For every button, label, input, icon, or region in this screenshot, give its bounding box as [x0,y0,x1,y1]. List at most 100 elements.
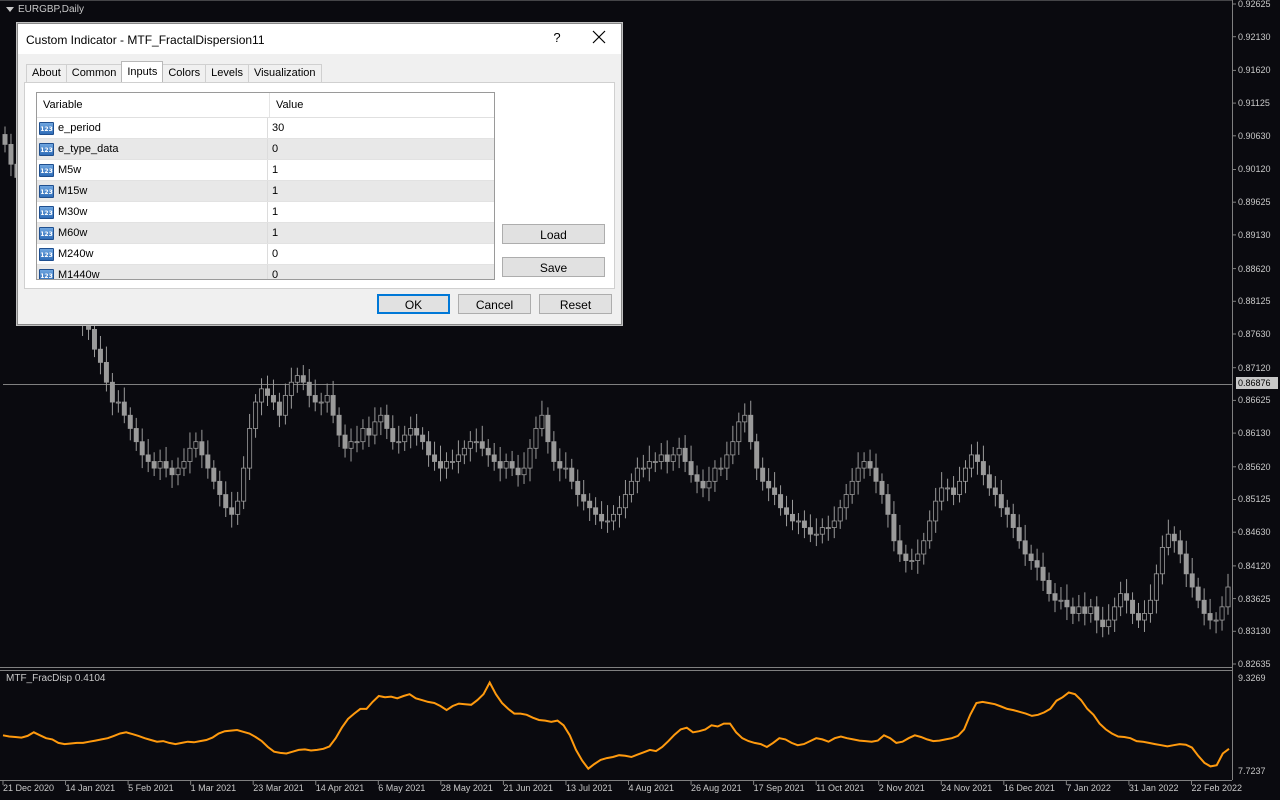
candle-body [748,414,754,443]
candle-body [1052,593,1058,601]
candle-body [873,467,879,482]
cancel-button[interactable]: Cancel [458,294,531,314]
candle-body [909,560,915,563]
candle-body [1201,599,1207,614]
candle-body [712,467,718,482]
column-header-value[interactable]: Value [270,93,494,117]
candle-body [438,461,443,469]
candle-body [694,474,700,482]
help-button[interactable]: ? [550,30,564,45]
integer-type-icon: 123 [39,121,54,135]
tab-inputs[interactable]: Inputs [121,61,164,82]
candle-body [91,328,97,350]
candle-body [736,421,742,443]
candle-body [276,401,282,416]
tab-colors[interactable]: Colors [162,64,207,82]
candle-body [557,461,563,469]
candle-body [1004,507,1010,515]
candle-body [1010,513,1016,528]
price-tick-label: 0.91125 [1238,98,1270,109]
candle-body [1171,533,1177,542]
reset-button[interactable]: Reset [539,294,612,314]
input-row[interactable]: 123 M15w 1 [37,181,494,202]
candle-body [1070,606,1076,614]
candle-body [622,494,628,509]
candle-body [915,553,921,562]
save-button[interactable]: Save [502,257,605,277]
candle-body [605,520,611,523]
candle-body [706,480,712,489]
candle-body [306,381,312,396]
candle-body [163,461,169,469]
sub-axis-max-label: 9.3269 [1238,673,1266,683]
variable-value[interactable]: 0 [268,139,494,159]
candle-body [157,461,163,469]
candle-body [1225,586,1231,608]
candle-body [700,480,706,489]
input-row[interactable]: 123 e_period 30 [37,118,494,139]
price-tick-label: 0.91620 [1238,65,1271,76]
candle-body [569,467,575,482]
candle-body [974,454,980,462]
price-tick-label: 0.87120 [1238,362,1271,373]
candle-body [109,381,115,403]
dialog-titlebar[interactable]: Custom Indicator - MTF_FractalDispersion… [18,24,621,54]
variable-value[interactable]: 1 [268,181,494,201]
candle-body [670,454,676,462]
candle-body [402,434,408,443]
candle-body [354,441,360,444]
input-row[interactable]: 123 M60w 1 [37,223,494,244]
variable-value[interactable]: 1 [268,160,494,180]
candle-body [294,375,300,383]
tab-common[interactable]: Common [65,64,123,82]
candle-body [521,467,527,476]
input-row[interactable]: 123 M30w 1 [37,202,494,223]
date-tick-label: 13 Jul 2021 [565,783,613,793]
candle-body [187,447,193,462]
candle-body [879,480,885,495]
candle-body [1058,599,1064,602]
tab-levels[interactable]: Levels [205,64,249,82]
integer-type-icon: 123 [39,226,54,240]
candle-body [265,388,270,396]
variable-value[interactable]: 1 [268,223,494,243]
variable-value[interactable]: 1 [268,202,494,222]
candle-body [479,441,485,449]
dialog-title: Custom Indicator - MTF_FractalDispersion… [26,33,265,47]
candle-body [616,507,622,515]
candle-body [581,494,587,502]
price-tick-label: 0.87630 [1238,329,1271,339]
variable-value[interactable]: 0 [268,244,494,264]
chart-menu-triangle-icon[interactable] [6,6,14,12]
load-button[interactable]: Load [502,224,605,244]
candle-body [1195,586,1201,601]
candle-body [533,428,539,449]
candle-body [103,362,109,383]
input-row[interactable]: 123 e_type_data 0 [37,139,494,160]
input-row[interactable]: 123 M240w 0 [37,244,494,265]
input-row[interactable]: 123 M1440w 0 [37,265,494,279]
candle-body [133,428,139,443]
input-row[interactable]: 123 M5w 1 [37,160,494,181]
candle-body [957,480,963,495]
tab-about[interactable]: About [26,64,67,82]
chart-title: EURGBP,Daily [6,4,84,15]
candle-body [449,461,455,463]
column-header-variable[interactable]: Variable [37,93,270,117]
candle-body [968,454,974,469]
ok-button[interactable]: OK [377,294,450,314]
candle-body [223,494,229,509]
close-icon[interactable] [590,28,608,46]
candle-body [640,467,646,470]
variable-value[interactable]: 30 [268,118,494,138]
variable-value[interactable]: 0 [268,265,494,279]
candle-body [1076,606,1082,614]
candle-body [127,414,133,429]
candle-body [414,428,420,436]
inputs-panel: Variable Value 123 e_period 30 123 e_type_d… [24,82,615,289]
candle-body [903,553,909,562]
candle-body [8,143,14,165]
candle-body [366,428,372,436]
tab-visualization[interactable]: Visualization [247,64,322,82]
candle-body [193,441,199,449]
